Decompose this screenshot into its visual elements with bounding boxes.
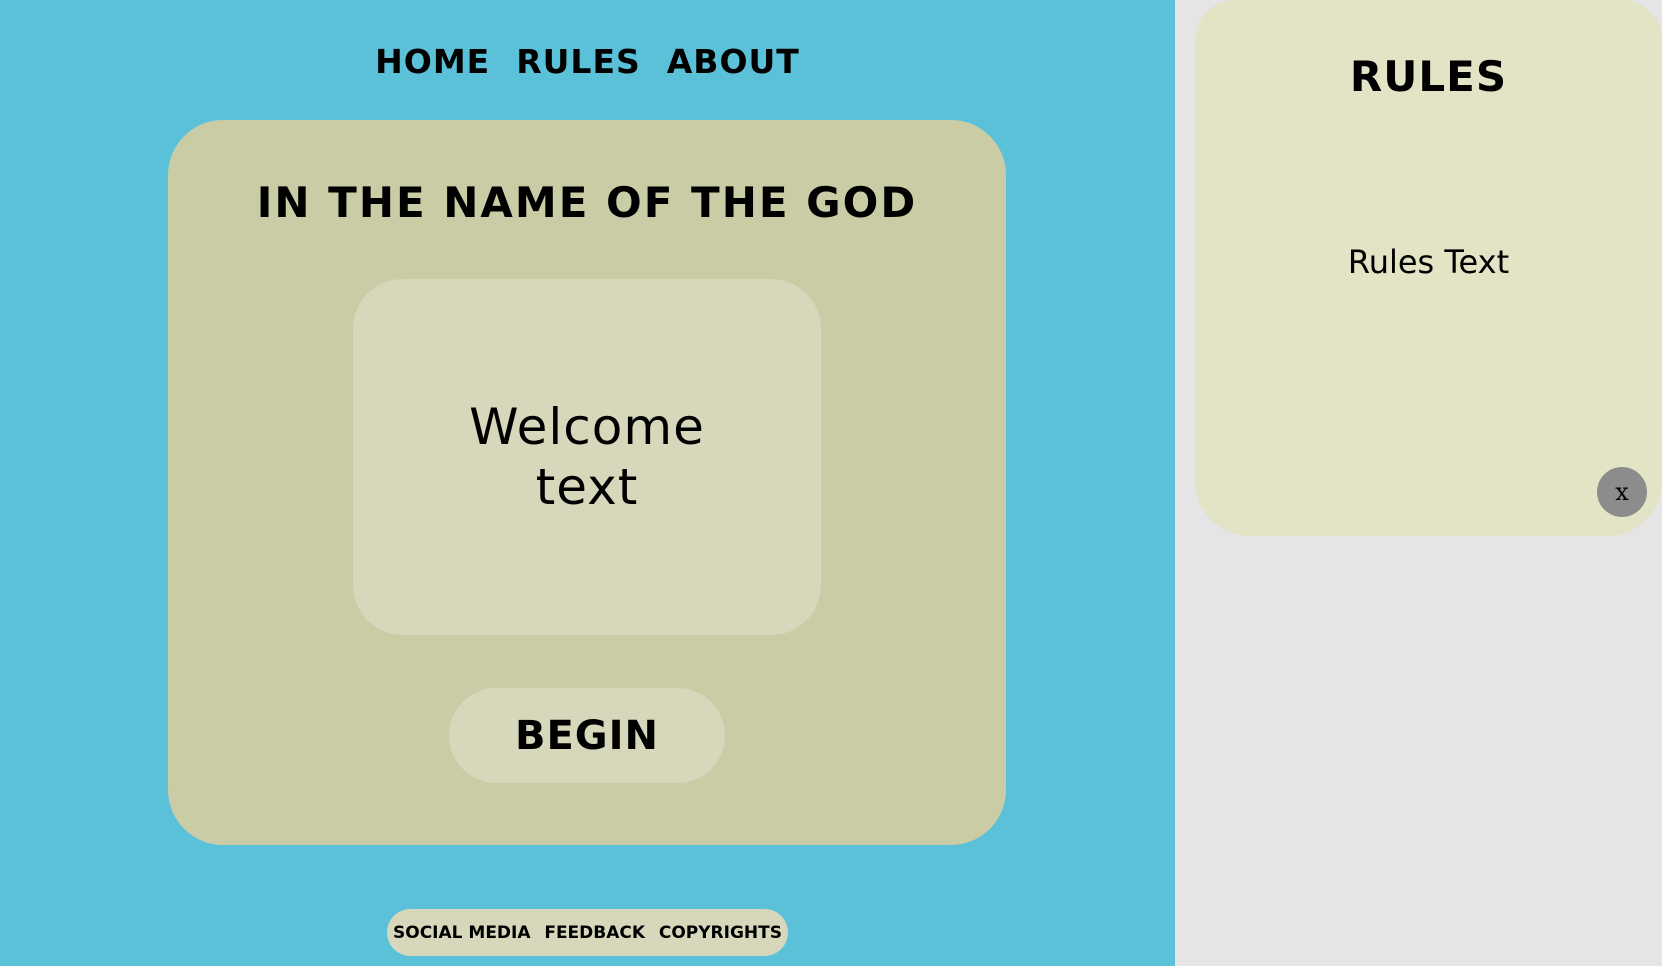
close-button[interactable]: x: [1597, 467, 1647, 517]
footer-copyrights-link[interactable]: COPYRIGHTS: [659, 923, 782, 943]
rules-text: Rules Text: [1347, 243, 1510, 281]
welcome-text: Welcome text: [469, 398, 705, 516]
footer-social-media-link[interactable]: SOCIAL MEDIA: [393, 923, 531, 943]
welcome-box: Welcome text: [353, 279, 821, 635]
nav-home-link[interactable]: HOME: [375, 42, 490, 81]
page-title: IN THE NAME OF THE GOD: [256, 178, 918, 227]
nav-about-link[interactable]: ABOUT: [667, 42, 800, 81]
main-area: HOME RULES ABOUT IN THE NAME OF THE GOD …: [0, 0, 1175, 966]
top-nav: HOME RULES ABOUT: [0, 42, 1175, 81]
footer-bar: SOCIAL MEDIA FEEDBACK COPYRIGHTS: [387, 909, 788, 956]
rules-title: RULES: [1349, 52, 1508, 101]
nav-rules-link[interactable]: RULES: [516, 42, 641, 81]
welcome-card: IN THE NAME OF THE GOD Welcome text BEGI…: [168, 120, 1006, 845]
footer-feedback-link[interactable]: FEEDBACK: [544, 923, 645, 943]
rules-panel: RULES Rules Text x: [1195, 0, 1662, 536]
begin-button[interactable]: BEGIN: [449, 688, 725, 783]
